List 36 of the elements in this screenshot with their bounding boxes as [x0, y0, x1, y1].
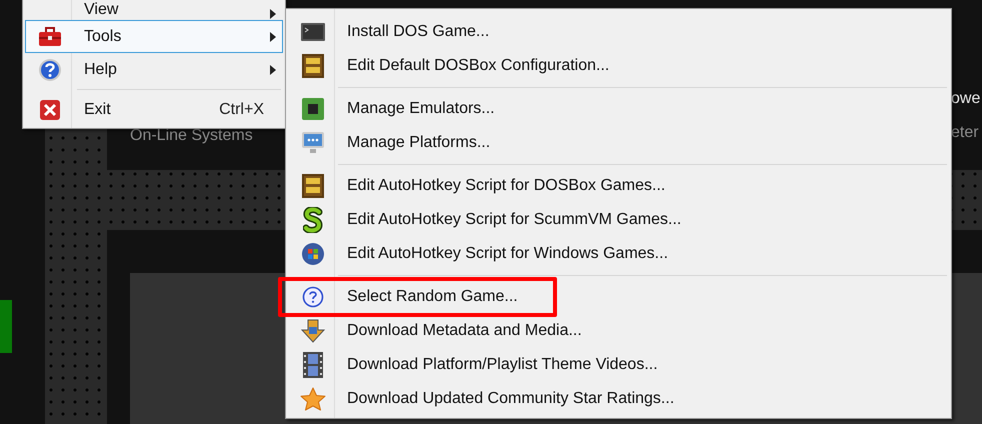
- box-logo-icon: [302, 174, 324, 198]
- menu-item[interactable]: Install DOS Game...: [288, 15, 949, 49]
- menu-item[interactable]: Edit AutoHotkey Script for Windows Games...: [288, 237, 949, 271]
- menu-item[interactable]: Edit AutoHotkey Script for ScummVM Games...: [288, 203, 949, 237]
- help-icon: [302, 286, 324, 308]
- chip-icon: [302, 98, 324, 120]
- menu-item[interactable]: Download Metadata and Media...: [288, 314, 949, 348]
- toolbox-icon: [38, 26, 62, 46]
- menu-item[interactable]: Tools: [25, 20, 283, 53]
- menu-item[interactable]: Edit Default DOSBox Configuration...: [288, 49, 949, 83]
- menu-item[interactable]: View: [25, 0, 283, 20]
- game-subtitle: On-Line Systems: [130, 127, 253, 145]
- terminal-icon: [301, 23, 325, 41]
- letter-s-icon: [303, 207, 323, 233]
- globe-icon: [301, 242, 325, 266]
- download-icon: [301, 319, 325, 343]
- star-icon: [300, 387, 326, 411]
- menu-item[interactable]: Download Platform/Playlist Theme Videos...: [288, 348, 949, 382]
- menu-item[interactable]: Edit AutoHotkey Script for DOSBox Games...: [288, 169, 949, 203]
- menu-item[interactable]: Exit Ctrl+X: [25, 93, 283, 126]
- menu-item[interactable]: Select Random Game...: [288, 280, 949, 314]
- monitor-icon: [301, 131, 325, 155]
- menu-item[interactable]: Manage Emulators...: [288, 92, 949, 126]
- game-title: owe: [951, 90, 980, 108]
- box-logo-icon: [302, 54, 324, 78]
- game-subtitle: eter: [951, 124, 979, 142]
- menu-item[interactable]: Manage Platforms...: [288, 126, 949, 160]
- help-icon: [38, 58, 62, 82]
- status-bar-indicator: [0, 300, 12, 353]
- close-icon: [39, 98, 61, 120]
- submenu-arrow-icon: [270, 64, 276, 74]
- submenu-arrow-icon: [270, 32, 276, 42]
- submenu-arrow-icon: [270, 9, 276, 19]
- menu-item[interactable]: Help: [25, 53, 283, 86]
- film-icon: [303, 352, 323, 378]
- menu-item[interactable]: Download Updated Community Star Ratings...: [288, 382, 949, 416]
